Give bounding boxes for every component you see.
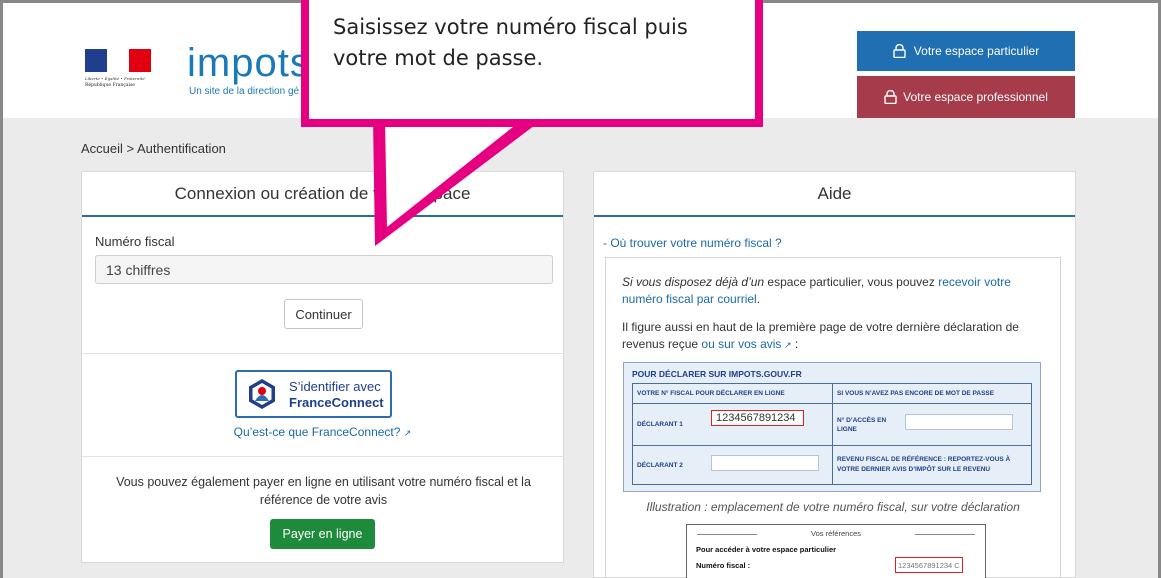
lock-icon: [884, 89, 897, 105]
declaration-illustration: POUR DÉCLARER SUR IMPOTS.GOUV.FR VOTRE N…: [623, 362, 1041, 492]
help-p1-text: espace particulier, vous pouvez: [764, 275, 939, 289]
espace-professionnel-label: Votre espace professionnel: [903, 90, 1048, 104]
divider: [915, 534, 975, 535]
continue-button[interactable]: Continuer: [284, 299, 363, 329]
help-paragraph-2: Il figure aussi en haut de la première p…: [622, 319, 1047, 354]
help-panel: Aide - Où trouver votre numéro fiscal ? …: [593, 171, 1076, 578]
pay-online-button[interactable]: Payer en ligne: [270, 519, 375, 549]
external-link-icon: ↗: [403, 428, 412, 438]
callout-tail: [373, 119, 543, 246]
references-line2: Numéro fiscal :: [696, 561, 751, 570]
declarant2-box: [711, 455, 819, 471]
help-p2-end: :: [791, 337, 799, 351]
franceconnect-logo-icon: [249, 379, 275, 409]
espace-particulier-label: Votre espace particulier: [913, 44, 1040, 58]
declarant2-label: DÉCLARANT 2: [637, 461, 683, 469]
espace-professionnel-button[interactable]: Votre espace professionnel: [857, 76, 1075, 118]
help-paragraph-1: Si vous disposez déjà d’un espace partic…: [622, 274, 1047, 308]
franceconnect-info-link[interactable]: Qu’est-ce que FranceConnect? ↗: [82, 425, 563, 439]
external-link-icon: ↗: [781, 340, 792, 350]
divider: [82, 456, 563, 457]
divider: [82, 353, 563, 354]
references-line1: Pour accéder à votre espace particulier: [696, 545, 837, 554]
franceconnect-info-label: Qu’est-ce que FranceConnect?: [233, 425, 401, 439]
references-number: 1234567891234 C: [895, 557, 963, 573]
vos-avis-link[interactable]: ou sur vos avis: [701, 337, 781, 351]
declarant1-number: 1234567891234: [711, 410, 804, 426]
vos-references-box: Vos références Pour accéder à votre espa…: [686, 524, 986, 578]
republique-francaise-logo[interactable]: Liberté • Égalité • Fraternité Républiqu…: [85, 49, 155, 95]
numero-fiscal-label: Numéro fiscal: [95, 234, 175, 249]
help-p1-italic: Si vous disposez déjà d’un: [622, 275, 765, 289]
form-access: N° D’ACCÈS EN LIGNE: [833, 404, 1031, 446]
where-numero-fiscal-link[interactable]: - Où trouver votre numéro fiscal ?: [603, 236, 782, 250]
franceconnect-line1: S’identifier avec: [289, 379, 381, 394]
access-label: N° D’ACCÈS EN LIGNE: [837, 416, 887, 433]
form-col1: VOTRE N° FISCAL POUR DÉCLARER EN LIGNE: [633, 384, 833, 404]
page-body: Accueil > Authentification Connexion ou …: [3, 118, 1158, 578]
rf-name: République Française: [85, 83, 135, 88]
form-table: VOTRE N° FISCAL POUR DÉCLARER EN LIGNE S…: [632, 383, 1032, 485]
help-content-box: Si vous disposez déjà d’un espace partic…: [605, 257, 1061, 578]
instruction-callout: Saisissez votre numéro fiscal puis votre…: [301, 0, 763, 127]
form-col2: SI VOUS N’AVEZ PAS ENCORE DE MOT DE PASS…: [833, 384, 1031, 404]
form-rfr: REVENU FISCAL DE RÉFÉRENCE : REPORTEZ-VO…: [837, 456, 1011, 473]
form-declarant1: DÉCLARANT 1 1234567891234: [633, 404, 833, 446]
form-declarant2: DÉCLARANT 2: [633, 446, 833, 484]
help-p1-end: .: [756, 292, 761, 306]
illustration-caption: Illustration : emplacement de votre numé…: [646, 500, 1020, 514]
access-box: [905, 414, 1013, 430]
marianne-flag-icon: [85, 49, 151, 72]
rf-motto: Liberté • Égalité • Fraternité: [85, 76, 145, 81]
numero-fiscal-input[interactable]: 13 chiffres: [95, 255, 553, 284]
espace-particulier-button[interactable]: Votre espace particulier: [857, 31, 1075, 71]
form-header: POUR DÉCLARER SUR IMPOTS.GOUV.FR: [632, 369, 802, 379]
impots-brand[interactable]: impots: [187, 41, 311, 86]
pay-online-text: Vous pouvez également payer en ligne en …: [116, 475, 531, 507]
impots-subtitle: Un site de la direction gé: [189, 86, 300, 97]
franceconnect-button[interactable]: S’identifier avec FranceConnect: [235, 370, 392, 418]
numero-fiscal-placeholder: 13 chiffres: [106, 261, 171, 278]
breadcrumb[interactable]: Accueil > Authentification: [81, 141, 226, 156]
declarant1-label: DÉCLARANT 1: [637, 421, 683, 428]
lock-icon: [893, 43, 906, 59]
callout-text: Saisissez votre numéro fiscal puis votre…: [333, 15, 688, 70]
help-panel-title: Aide: [594, 172, 1075, 217]
franceconnect-line2: FranceConnect: [289, 395, 384, 410]
help-p2-text: Il figure aussi en haut de la première p…: [622, 320, 1019, 351]
